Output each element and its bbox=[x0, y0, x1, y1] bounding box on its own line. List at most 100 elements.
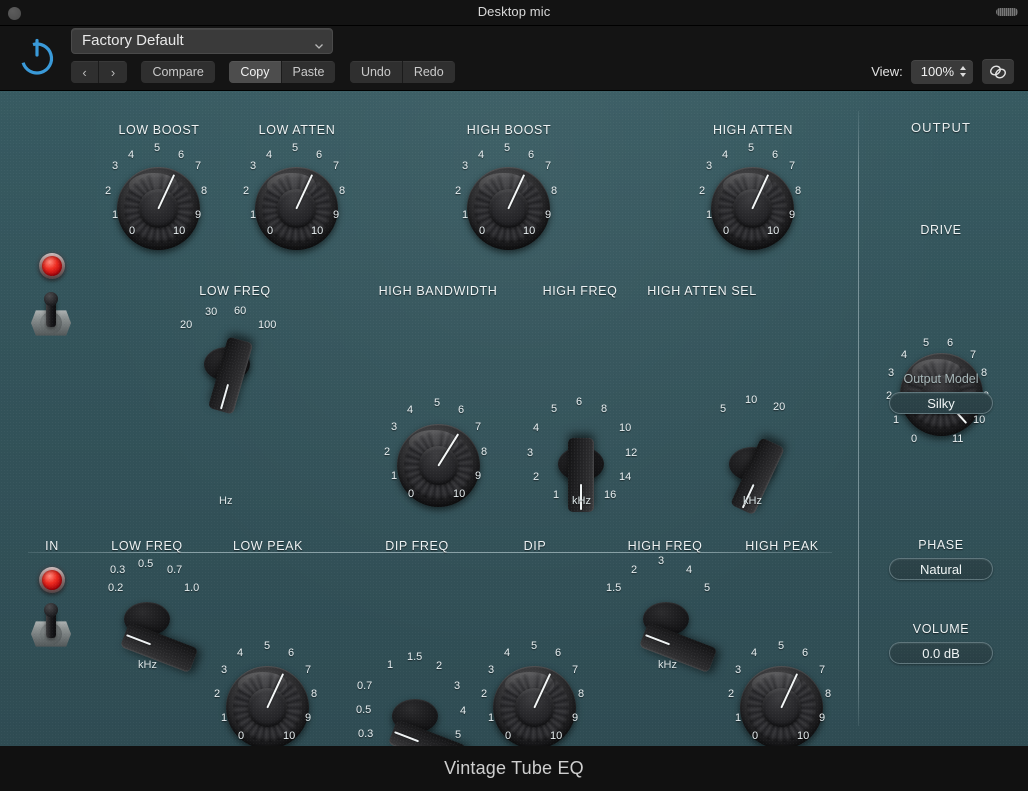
low-boost-tick: 10 bbox=[173, 225, 185, 237]
high-atten-tick: 0 bbox=[723, 225, 729, 237]
undo-button[interactable]: Undo bbox=[350, 61, 403, 83]
section-divider-vertical bbox=[858, 111, 859, 726]
high-peak-tick: 5 bbox=[778, 640, 784, 652]
low-freq-upper-lever[interactable] bbox=[201, 339, 253, 389]
dip-label: DIP bbox=[474, 539, 596, 553]
dip-freq-lever[interactable] bbox=[389, 691, 441, 741]
dip-freq-tick: 0.7 bbox=[357, 680, 372, 692]
high-bandwidth-tick: 9 bbox=[475, 470, 481, 482]
high-bandwidth-tick: 6 bbox=[458, 404, 464, 416]
low-boost-tick: 2 bbox=[105, 185, 111, 197]
high-boost-tick: 8 bbox=[551, 185, 557, 197]
low-peak-tick: 2 bbox=[214, 688, 220, 700]
low-freq-lower-lever[interactable] bbox=[121, 594, 173, 644]
phase-select[interactable]: Natural bbox=[889, 558, 993, 580]
volume-label: VOLUME bbox=[880, 622, 1002, 636]
low-boost-tick: 9 bbox=[195, 209, 201, 221]
output-section-title: OUTPUT bbox=[878, 120, 1004, 135]
high-atten-tick: 10 bbox=[767, 225, 779, 237]
high-bandwidth-tick: 1 bbox=[391, 470, 397, 482]
high-atten-knob[interactable] bbox=[711, 167, 794, 250]
high-atten-sel-lever[interactable] bbox=[726, 439, 778, 489]
high-peak-tick: 3 bbox=[735, 664, 741, 676]
dip-tick: 6 bbox=[555, 647, 561, 659]
high-bandwidth-tick: 0 bbox=[408, 488, 414, 500]
compare-group: Compare bbox=[141, 61, 214, 83]
dip-freq-tick: 4 bbox=[460, 705, 466, 717]
high-atten-sel-tick: 10 bbox=[745, 394, 757, 406]
view-zoom-value: 100% bbox=[921, 64, 954, 79]
low-boost-tick: 1 bbox=[112, 209, 118, 221]
compare-button[interactable]: Compare bbox=[141, 61, 214, 83]
view-label: View: bbox=[871, 64, 903, 79]
lower-bypass-toggle-switch[interactable] bbox=[31, 603, 71, 649]
resize-grip-icon[interactable] bbox=[996, 8, 1018, 16]
copy-button[interactable]: Copy bbox=[229, 61, 281, 83]
output-model-label: Output Model bbox=[880, 372, 1002, 386]
high-freq-lower-label: HIGH FREQ bbox=[604, 539, 726, 553]
high-freq-upper-lever[interactable] bbox=[555, 439, 607, 489]
high-bandwidth-tick: 3 bbox=[391, 421, 397, 433]
low-atten-tick: 0 bbox=[267, 225, 273, 237]
high-atten-sel-unit: kHz bbox=[743, 495, 762, 507]
high-freq-upper-tick: 2 bbox=[533, 471, 539, 483]
low-boost-label: LOW BOOST bbox=[98, 123, 220, 137]
high-atten-tick: 4 bbox=[722, 149, 728, 161]
plugin-header: Factory Default ‹ › Compare Copy Paste U… bbox=[0, 26, 1028, 91]
view-controls: View: 100% bbox=[871, 59, 1014, 84]
redo-button[interactable]: Redo bbox=[403, 61, 455, 83]
paste-button[interactable]: Paste bbox=[282, 61, 336, 83]
link-icon[interactable] bbox=[982, 59, 1014, 84]
low-freq-lower-tick: 0.3 bbox=[110, 564, 125, 576]
high-boost-knob[interactable] bbox=[467, 167, 550, 250]
dip-tick: 8 bbox=[578, 688, 584, 700]
low-peak-tick: 3 bbox=[221, 664, 227, 676]
output-model-select[interactable]: Silky bbox=[889, 392, 993, 414]
plugin-footer: Vintage Tube EQ bbox=[0, 746, 1028, 791]
high-atten-tick: 9 bbox=[789, 209, 795, 221]
plugin-name: Vintage Tube EQ bbox=[444, 758, 584, 779]
high-bandwidth-tick: 2 bbox=[384, 446, 390, 458]
high-peak-tick: 0 bbox=[752, 730, 758, 742]
high-peak-tick: 10 bbox=[797, 730, 809, 742]
drive-tick: 10 bbox=[973, 414, 985, 426]
high-freq-upper-tick: 10 bbox=[619, 422, 631, 434]
drive-tick: 11 bbox=[952, 433, 963, 445]
next-preset-button[interactable]: › bbox=[99, 61, 127, 83]
high-atten-tick: 5 bbox=[748, 142, 754, 154]
low-freq-upper-tick: 20 bbox=[180, 319, 192, 331]
low-freq-upper-tick: 100 bbox=[258, 319, 276, 331]
dip-tick: 0 bbox=[505, 730, 511, 742]
low-atten-tick: 6 bbox=[316, 149, 322, 161]
low-atten-tick: 7 bbox=[333, 160, 339, 172]
preset-select[interactable]: Factory Default bbox=[71, 28, 333, 54]
high-atten-tick: 8 bbox=[795, 185, 801, 197]
lower-power-led-icon[interactable] bbox=[39, 567, 65, 593]
low-atten-label: LOW ATTEN bbox=[236, 123, 358, 137]
dip-tick: 5 bbox=[531, 640, 537, 652]
drive-tick: 5 bbox=[923, 337, 929, 349]
high-boost-tick: 9 bbox=[545, 209, 551, 221]
drive-tick: 4 bbox=[901, 349, 907, 361]
low-peak-tick: 9 bbox=[305, 712, 311, 724]
high-freq-lower-lever[interactable] bbox=[640, 594, 692, 644]
plugin-main-panel: IN LOW BOOST 4 3 2 1 0 5 6 7 8 9 10 LOW … bbox=[0, 91, 1028, 746]
high-peak-tick: 2 bbox=[728, 688, 734, 700]
lower-in-label: IN bbox=[32, 539, 72, 553]
prev-preset-button[interactable]: ‹ bbox=[71, 61, 99, 83]
low-boost-tick: 0 bbox=[129, 225, 135, 237]
dip-tick: 10 bbox=[550, 730, 562, 742]
upper-bypass-toggle-switch[interactable] bbox=[31, 292, 71, 338]
upper-power-led-icon[interactable] bbox=[39, 253, 65, 279]
low-peak-label: LOW PEAK bbox=[207, 539, 329, 553]
high-atten-tick: 6 bbox=[772, 149, 778, 161]
low-boost-knob[interactable] bbox=[117, 167, 200, 250]
power-icon[interactable] bbox=[16, 36, 58, 78]
volume-value-field[interactable]: 0.0 dB bbox=[889, 642, 993, 664]
view-zoom-stepper[interactable]: 100% bbox=[911, 60, 973, 84]
low-boost-tick: 6 bbox=[178, 149, 184, 161]
low-atten-tick: 9 bbox=[333, 209, 339, 221]
stepper-icon bbox=[959, 65, 967, 78]
high-atten-tick: 1 bbox=[706, 209, 712, 221]
low-atten-knob[interactable] bbox=[255, 167, 338, 250]
